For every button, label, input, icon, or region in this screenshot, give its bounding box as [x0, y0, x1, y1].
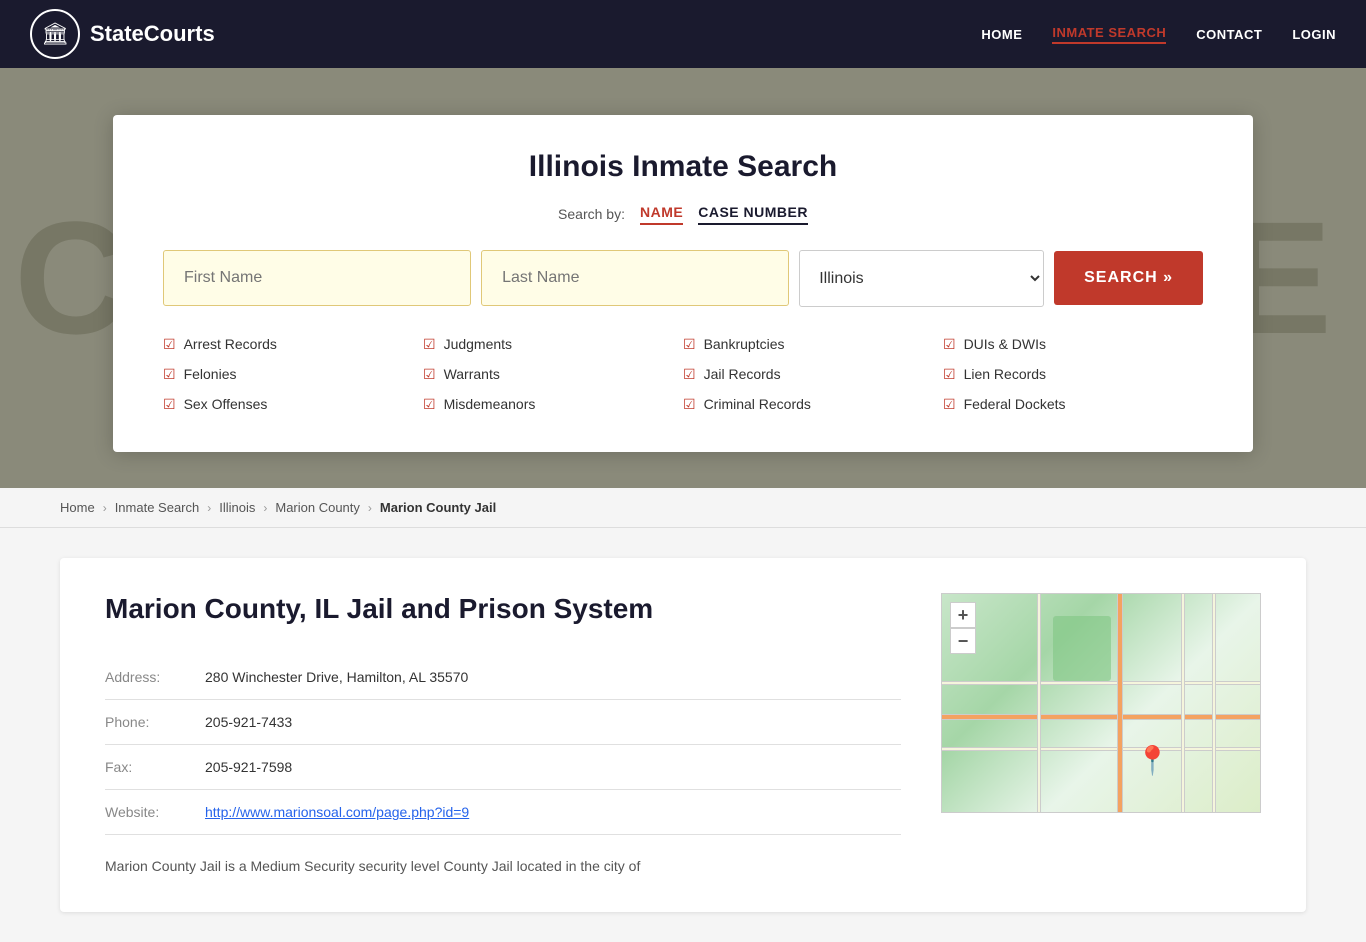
check-icon: ☑: [163, 366, 176, 383]
feature-item: ☑Warrants: [423, 362, 683, 387]
search-title: Illinois Inmate Search: [163, 150, 1203, 184]
logo[interactable]: 🏛 StateCourts: [30, 9, 215, 59]
feature-item: ☑Arrest Records: [163, 332, 423, 357]
last-name-input[interactable]: [481, 250, 789, 306]
breadcrumb-home[interactable]: Home: [60, 500, 95, 515]
feature-item: ☑Sex Offenses: [163, 392, 423, 417]
map-pin: 📍: [1135, 744, 1170, 777]
check-icon: ☑: [943, 336, 956, 353]
nav: HOME INMATE SEARCH CONTACT LOGIN: [981, 25, 1336, 44]
check-icon: ☑: [163, 396, 176, 413]
check-icon: ☑: [943, 366, 956, 383]
nav-home[interactable]: HOME: [981, 27, 1022, 42]
search-box: Illinois Inmate Search Search by: NAME C…: [113, 115, 1253, 452]
breadcrumb-inmate-search[interactable]: Inmate Search: [115, 500, 200, 515]
breadcrumb-sep-4: ›: [368, 501, 372, 515]
map-bg: + − 📍: [942, 594, 1260, 812]
fax-value: 205-921-7598: [205, 745, 901, 790]
content-card: Marion County, IL Jail and Prison System…: [60, 558, 1306, 912]
website-row: Website: http://www.marionsoal.com/page.…: [105, 790, 901, 835]
feature-item: ☑Jail Records: [683, 362, 943, 387]
features-grid: ☑Arrest Records☑Judgments☑Bankruptcies☑D…: [163, 332, 1203, 417]
map-zoom-in[interactable]: +: [950, 602, 976, 628]
nav-inmate-search[interactable]: INMATE SEARCH: [1052, 25, 1166, 44]
feature-item: ☑DUIs & DWIs: [943, 332, 1203, 357]
check-icon: ☑: [683, 336, 696, 353]
description: Marion County Jail is a Medium Security …: [105, 855, 901, 877]
check-icon: ☑: [423, 396, 436, 413]
breadcrumb-sep-3: ›: [263, 501, 267, 515]
breadcrumb-sep-2: ›: [207, 501, 211, 515]
breadcrumb-sep-1: ›: [103, 501, 107, 515]
nav-login[interactable]: LOGIN: [1292, 27, 1336, 42]
search-by-row: Search by: NAME CASE NUMBER: [163, 204, 1203, 225]
website-value: http://www.marionsoal.com/page.php?id=9: [205, 790, 901, 835]
map-container: + − 📍: [941, 593, 1261, 813]
nav-contact[interactable]: CONTACT: [1196, 27, 1262, 42]
search-button[interactable]: SEARCH »: [1054, 251, 1203, 305]
check-icon: ☑: [683, 396, 696, 413]
phone-label: Phone:: [105, 700, 205, 745]
feature-item: ☑Felonies: [163, 362, 423, 387]
content-left: Marion County, IL Jail and Prison System…: [105, 593, 901, 877]
phone-value: 205-921-7433: [205, 700, 901, 745]
phone-row: Phone: 205-921-7433: [105, 700, 901, 745]
check-icon: ☑: [423, 336, 436, 353]
breadcrumb: Home › Inmate Search › Illinois › Marion…: [0, 488, 1366, 528]
check-icon: ☑: [423, 366, 436, 383]
logo-icon: 🏛: [30, 9, 80, 59]
feature-item: ☑Bankruptcies: [683, 332, 943, 357]
content-right: + − 📍: [941, 593, 1261, 877]
feature-item: ☑Federal Dockets: [943, 392, 1203, 417]
search-inputs-row: AlabamaAlaskaArizonaArkansasCaliforniaCo…: [163, 250, 1203, 307]
feature-item: ☑Judgments: [423, 332, 683, 357]
website-link[interactable]: http://www.marionsoal.com/page.php?id=9: [205, 804, 469, 820]
header: 🏛 StateCourts HOME INMATE SEARCH CONTACT…: [0, 0, 1366, 68]
jail-title: Marion County, IL Jail and Prison System: [105, 593, 901, 625]
map-zoom-out[interactable]: −: [950, 628, 976, 654]
tab-case-number[interactable]: CASE NUMBER: [698, 204, 808, 225]
search-by-label: Search by:: [558, 206, 625, 222]
address-row: Address: 280 Winchester Drive, Hamilton,…: [105, 655, 901, 700]
logo-text: StateCourts: [90, 21, 215, 47]
tab-name[interactable]: NAME: [640, 204, 683, 225]
breadcrumb-current: Marion County Jail: [380, 500, 496, 515]
info-table: Address: 280 Winchester Drive, Hamilton,…: [105, 655, 901, 835]
address-value: 280 Winchester Drive, Hamilton, AL 35570: [205, 655, 901, 700]
main-content: Marion County, IL Jail and Prison System…: [0, 528, 1366, 942]
check-icon: ☑: [683, 366, 696, 383]
check-icon: ☑: [943, 396, 956, 413]
feature-item: ☑Misdemeanors: [423, 392, 683, 417]
first-name-input[interactable]: [163, 250, 471, 306]
feature-item: ☑Lien Records: [943, 362, 1203, 387]
state-select[interactable]: AlabamaAlaskaArizonaArkansasCaliforniaCo…: [799, 250, 1044, 307]
feature-item: ☑Criminal Records: [683, 392, 943, 417]
address-label: Address:: [105, 655, 205, 700]
website-label: Website:: [105, 790, 205, 835]
breadcrumb-illinois[interactable]: Illinois: [219, 500, 255, 515]
map-controls: + −: [950, 602, 976, 654]
breadcrumb-marion-county[interactable]: Marion County: [275, 500, 360, 515]
hero-section: COURTHOUSE Illinois Inmate Search Search…: [0, 68, 1366, 488]
fax-row: Fax: 205-921-7598: [105, 745, 901, 790]
fax-label: Fax:: [105, 745, 205, 790]
check-icon: ☑: [163, 336, 176, 353]
